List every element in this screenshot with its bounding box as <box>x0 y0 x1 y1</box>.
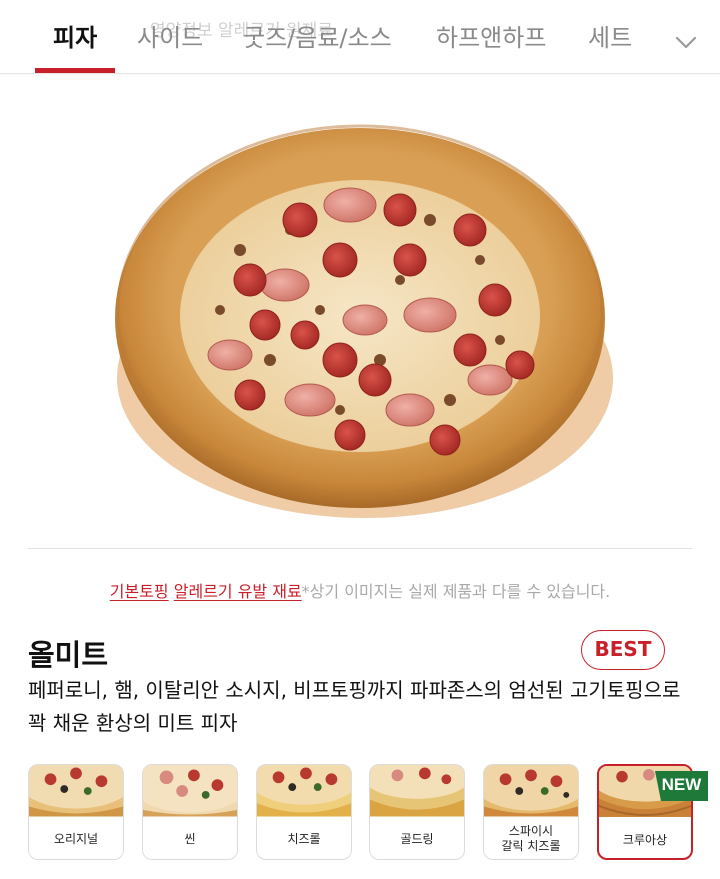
dough-label: 골드링 <box>400 831 434 846</box>
category-tab-bar: 영양정보 알레르기 원재료 피자 사이드 굿즈/음료/소스 하프앤하프 세트 <box>0 0 720 74</box>
cheese-roll-dough-image <box>257 765 351 817</box>
section-divider <box>28 548 692 549</box>
basic-topping-link[interactable]: 기본토핑 <box>110 582 169 601</box>
pizza-image <box>115 124 613 518</box>
dough-option-spicy-garlic-cheese-roll[interactable]: 스파이시 갈릭 치즈롤 <box>483 764 579 860</box>
tab-goods-drinks-sauce[interactable]: 굿즈/음료/소스 <box>243 18 392 53</box>
image-disclaimer: *상기 이미지는 실제 제품과 다를 수 있습니다. <box>301 582 611 601</box>
best-badge: BEST <box>581 630 665 670</box>
tab-set[interactable]: 세트 <box>588 18 632 53</box>
dough-label: 스파이시 갈릭 치즈롤 <box>501 824 561 853</box>
new-tag-icon: NEW <box>655 771 708 801</box>
product-title: 올미트 <box>28 638 109 672</box>
spicy-garlic-dough-image <box>484 765 578 817</box>
tab-pizza[interactable]: 피자 <box>53 18 97 53</box>
dough-label: 치즈롤 <box>287 831 321 846</box>
tab-side[interactable]: 사이드 <box>137 18 203 53</box>
thin-dough-image <box>143 765 237 817</box>
dough-label: 오리지널 <box>53 831 99 846</box>
allergy-link[interactable]: 알레르기 유발 재료 <box>174 582 302 601</box>
dough-option-gold-ring[interactable]: 골드링 <box>369 764 465 860</box>
active-tab-indicator <box>35 68 115 73</box>
new-tag-label: NEW <box>661 775 702 794</box>
original-dough-image <box>29 765 123 817</box>
dough-option-cheese-roll[interactable]: 치즈롤 <box>256 764 352 860</box>
dough-option-original[interactable]: 오리지널 <box>28 764 124 860</box>
allergy-notice: 기본토핑 알레르기 유발 재료*상기 이미지는 실제 제품과 다를 수 있습니다… <box>0 578 720 602</box>
gold-ring-dough-image <box>370 765 464 817</box>
product-description: 페퍼로니, 햄, 이탈리안 소시지, 비프토핑까지 파파존스의 엄선된 고기토핑… <box>28 678 681 735</box>
dough-label: 크루아상 <box>622 832 668 847</box>
dough-option-thin[interactable]: 씬 <box>142 764 238 860</box>
dough-label: 씬 <box>184 831 196 846</box>
tab-half-and-half[interactable]: 하프앤하프 <box>436 18 546 53</box>
chevron-down-icon[interactable] <box>672 28 700 56</box>
